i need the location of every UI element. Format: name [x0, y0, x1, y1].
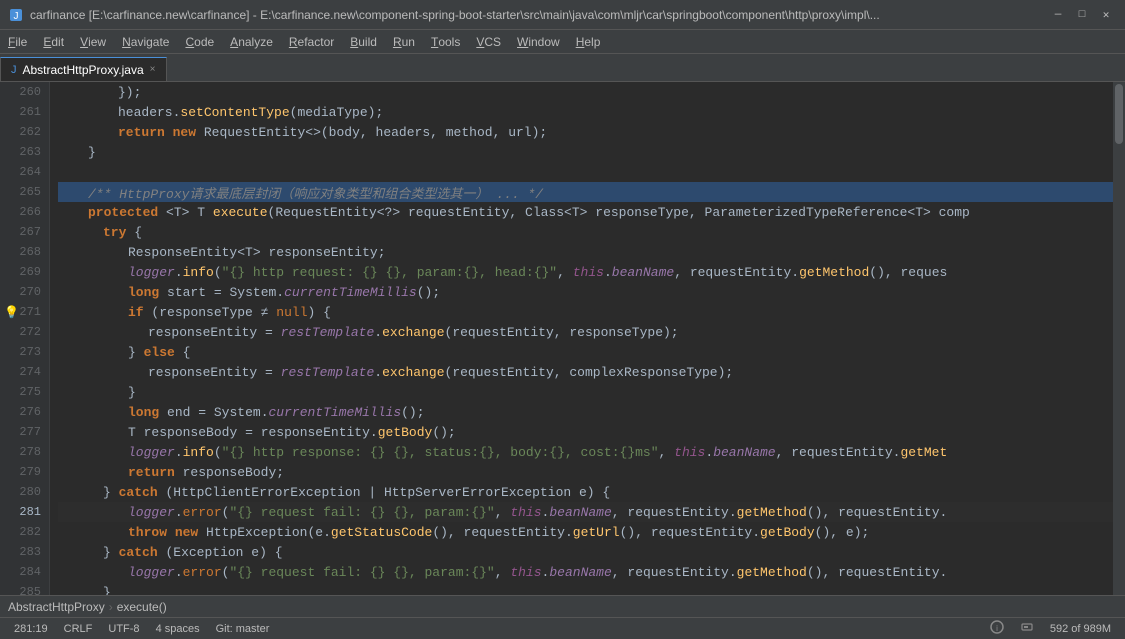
status-indent[interactable]: 4 spaces	[150, 623, 206, 635]
svg-text:i: i	[996, 624, 998, 633]
line-num-282: 282	[0, 522, 49, 542]
line-num-281: 281	[0, 502, 49, 522]
menu-help[interactable]: Help	[568, 30, 609, 53]
menu-analyze[interactable]: Analyze	[222, 30, 281, 53]
code-content[interactable]: }); headers.setContentType(mediaType); r…	[50, 82, 1113, 595]
tab-label: AbstractHttpProxy.java	[23, 63, 144, 77]
menu-run[interactable]: Run	[385, 30, 423, 53]
line-num-285: 285	[0, 582, 49, 595]
menu-bar: File Edit View Navigate Code Analyze Ref…	[0, 30, 1125, 54]
status-position[interactable]: 281:19	[8, 623, 54, 635]
line-num-263: 263	[0, 142, 49, 162]
line-num-261: 261	[0, 102, 49, 122]
scrollbar-thumb[interactable]	[1115, 84, 1123, 144]
line-num-266: 266	[0, 202, 49, 222]
code-line-283: } catch (Exception e) {	[58, 542, 1113, 562]
editor-area: 260 261 262 263 264 265 266 267 268 269 …	[0, 82, 1125, 595]
breadcrumb: AbstractHttpProxy › execute()	[0, 595, 1125, 617]
line-num-271: 💡 271	[0, 302, 49, 322]
minimize-button[interactable]: —	[1047, 4, 1069, 26]
menu-vcs[interactable]: VCS	[468, 30, 509, 53]
menu-refactor[interactable]: Refactor	[281, 30, 342, 53]
menu-build[interactable]: Build	[342, 30, 385, 53]
code-line-270: long start = System.currentTimeMillis();	[58, 282, 1113, 302]
code-line-277: T responseBody = responseEntity.getBody(…	[58, 422, 1113, 442]
code-line-269: logger.info("{} http request: {} {}, par…	[58, 262, 1113, 282]
svg-text:J: J	[14, 11, 19, 22]
line-num-260: 260	[0, 82, 49, 102]
code-line-275: }	[58, 382, 1113, 402]
line-num-272: 272	[0, 322, 49, 342]
line-num-284: 284	[0, 562, 49, 582]
line-num-279: 279	[0, 462, 49, 482]
line-num-283: 283	[0, 542, 49, 562]
menu-edit[interactable]: Edit	[35, 30, 72, 53]
breadcrumb-method[interactable]: execute()	[117, 600, 167, 614]
menu-window[interactable]: Window	[509, 30, 568, 53]
line-num-280: 280	[0, 482, 49, 502]
vertical-scrollbar[interactable]	[1113, 82, 1125, 595]
line-num-277: 277	[0, 422, 49, 442]
code-line-279: return responseBody;	[58, 462, 1113, 482]
code-line-268: ResponseEntity<T> responseEntity;	[58, 242, 1113, 262]
code-line-262: return new RequestEntity<>(body, headers…	[58, 122, 1113, 142]
code-line-276: long end = System.currentTimeMillis();	[58, 402, 1113, 422]
menu-view[interactable]: View	[72, 30, 114, 53]
code-line-285: }	[58, 582, 1113, 595]
line-numbers: 260 261 262 263 264 265 266 267 268 269 …	[0, 82, 50, 595]
line-num-276: 276	[0, 402, 49, 422]
code-line-271: if (responseType ≠ null) {	[58, 302, 1113, 322]
code-line-282: throw new HttpException(e.getStatusCode(…	[58, 522, 1113, 542]
status-memory-icon	[1014, 620, 1040, 637]
code-line-281: logger.error("{} request fail: {} {}, pa…	[58, 502, 1113, 522]
code-line-273: } else {	[58, 342, 1113, 362]
status-file-info[interactable]: 592 of 989M	[1044, 623, 1117, 635]
tab-bar: J AbstractHttpProxy.java ×	[0, 54, 1125, 82]
window-title: carfinance [E:\carfinance.new\carfinance…	[30, 8, 1047, 22]
window-controls: — □ ✕	[1047, 4, 1117, 26]
breadcrumb-class[interactable]: AbstractHttpProxy	[8, 600, 105, 614]
line-num-274: 274	[0, 362, 49, 382]
code-line-284: logger.error("{} request fail: {} {}, pa…	[58, 562, 1113, 582]
menu-navigate[interactable]: Navigate	[114, 30, 177, 53]
line-num-278: 278	[0, 442, 49, 462]
code-line-263: }	[58, 142, 1113, 162]
tab-abstracthttpproxy[interactable]: J AbstractHttpProxy.java ×	[0, 57, 167, 81]
line-num-264: 264	[0, 162, 49, 182]
menu-code[interactable]: Code	[177, 30, 222, 53]
status-bar: 281:19 CRLF UTF-8 4 spaces Git: master i…	[0, 617, 1125, 639]
code-line-261: headers.setContentType(mediaType);	[58, 102, 1113, 122]
line-num-267: 267	[0, 222, 49, 242]
code-line-280: } catch (HttpClientErrorException | Http…	[58, 482, 1113, 502]
breadcrumb-separator: ›	[109, 600, 113, 614]
line-num-265: 265	[0, 182, 49, 202]
status-file-icon: i	[984, 620, 1010, 637]
close-button[interactable]: ✕	[1095, 4, 1117, 26]
line-num-270: 270	[0, 282, 49, 302]
status-line-ending[interactable]: CRLF	[58, 623, 99, 635]
code-line-278: logger.info("{} http response: {} {}, st…	[58, 442, 1113, 462]
code-line-265: /** HttpProxy请求最底层封闭（响应对象类型和组合类型选其一） ...…	[58, 182, 1113, 202]
menu-tools[interactable]: Tools	[423, 30, 468, 53]
code-line-272: responseEntity = restTemplate.exchange(r…	[58, 322, 1113, 342]
tab-close-icon[interactable]: ×	[150, 64, 156, 75]
menu-file[interactable]: File	[0, 30, 35, 53]
line-num-275: 275	[0, 382, 49, 402]
line-num-269: 269	[0, 262, 49, 282]
code-line-266: protected <T> T execute(RequestEntity<?>…	[58, 202, 1113, 222]
line-num-268: 268	[0, 242, 49, 262]
code-line-264	[58, 162, 1113, 182]
status-encoding[interactable]: UTF-8	[102, 623, 145, 635]
hint-icon: 💡	[4, 305, 19, 320]
code-line-274: responseEntity = restTemplate.exchange(r…	[58, 362, 1113, 382]
status-vcs[interactable]: Git: master	[210, 623, 276, 635]
maximize-button[interactable]: □	[1071, 4, 1093, 26]
title-bar: J carfinance [E:\carfinance.new\carfinan…	[0, 0, 1125, 30]
code-line-267: try {	[58, 222, 1113, 242]
app-icon: J	[8, 7, 24, 23]
code-line-260: });	[58, 82, 1113, 102]
tab-icon: J	[11, 64, 17, 76]
line-num-273: 273	[0, 342, 49, 362]
line-num-262: 262	[0, 122, 49, 142]
